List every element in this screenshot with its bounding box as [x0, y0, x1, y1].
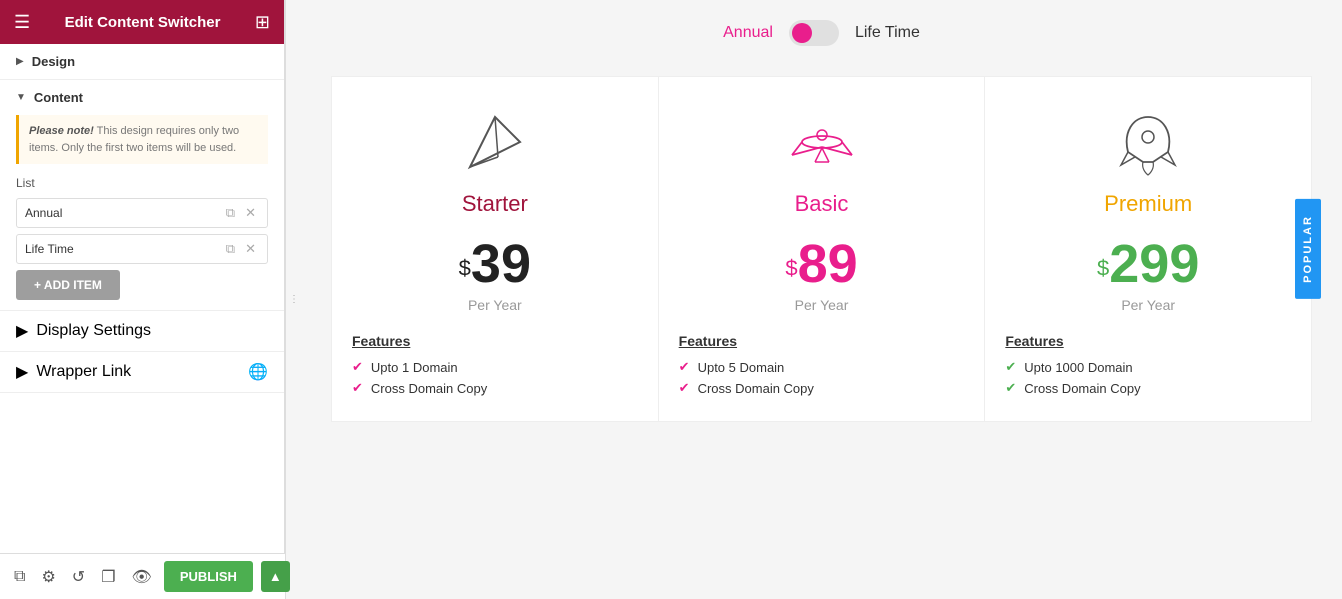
basic-price-row: $89: [679, 237, 965, 291]
starter-feature-2: ✔ Cross Domain Copy: [352, 380, 638, 396]
popular-badge: POPULAR: [1295, 199, 1321, 299]
toggle-knob: [792, 23, 812, 43]
globe-icon: 🌐: [248, 362, 268, 382]
panel-header: ☰ Edit Content Switcher ⊞: [0, 0, 284, 44]
duplicate-icon[interactable]: ❐: [97, 563, 119, 591]
starter-feature-1: ✔ Upto 1 Domain: [352, 359, 638, 375]
toggle-switch[interactable]: [789, 20, 839, 46]
starter-icon: [352, 107, 638, 177]
premium-price-number: 299: [1109, 234, 1199, 294]
basic-price-number: 89: [798, 234, 858, 294]
hamburger-icon[interactable]: ☰: [14, 12, 30, 33]
premium-feature-1: ✔ Upto 1000 Domain: [1005, 359, 1291, 375]
basic-feature-2-text: Cross Domain Copy: [698, 381, 814, 396]
check-icon-6: ✔: [1005, 380, 1016, 396]
check-icon-2: ✔: [352, 380, 363, 396]
starter-price-row: $39: [352, 237, 638, 291]
publish-arrow-button[interactable]: ▲: [261, 561, 290, 592]
list-item-annual-copy-btn[interactable]: ⧉: [221, 201, 240, 225]
grid-icon[interactable]: ⊞: [255, 12, 270, 33]
basic-title: Basic: [679, 191, 965, 217]
toggle-annual-label: Annual: [723, 24, 773, 42]
check-icon-3: ✔: [679, 359, 690, 375]
list-label: List: [16, 176, 268, 190]
list-item-lifetime-input[interactable]: [17, 235, 221, 263]
premium-feature-2: ✔ Cross Domain Copy: [1005, 380, 1291, 396]
display-arrow-icon: ▶: [16, 321, 28, 341]
settings-icon[interactable]: ⚙: [37, 563, 59, 591]
content-arrow-icon: ▼: [16, 92, 26, 103]
panel-body: ▶ Design ▼ Content Please note! This des…: [0, 44, 284, 599]
premium-price-row: $299: [1005, 237, 1291, 291]
premium-feature-1-text: Upto 1000 Domain: [1024, 360, 1132, 375]
premium-icon: [1005, 107, 1291, 177]
list-item-lifetime: ⧉ ✕: [16, 234, 268, 264]
premium-period: Per Year: [1005, 297, 1291, 313]
list-item-lifetime-copy-btn[interactable]: ⧉: [221, 237, 240, 261]
wrapper-link-label: Wrapper Link: [36, 363, 131, 381]
basic-feature-2: ✔ Cross Domain Copy: [679, 380, 965, 396]
resize-handle[interactable]: ⋮: [285, 0, 301, 599]
design-label: Design: [32, 54, 75, 69]
main-content: Annual Life Time Starter $39 Per Year Fe…: [301, 0, 1342, 599]
premium-feature-2-text: Cross Domain Copy: [1024, 381, 1140, 396]
check-icon-5: ✔: [1005, 359, 1016, 375]
display-settings-section[interactable]: ▶ Display Settings: [0, 311, 284, 352]
wrapper-row-left: ▶ Wrapper Link: [16, 362, 131, 382]
premium-price-symbol: $: [1097, 256, 1109, 281]
undo-icon[interactable]: ↺: [68, 563, 89, 591]
preview-icon[interactable]: 👁: [128, 563, 156, 591]
content-section-header[interactable]: ▼ Content: [16, 90, 268, 105]
display-settings-label: Display Settings: [36, 322, 151, 340]
toggle-lifetime-label: Life Time: [855, 24, 920, 42]
list-item-annual: ⧉ ✕: [16, 198, 268, 228]
starter-feature-1-text: Upto 1 Domain: [371, 360, 458, 375]
list-item-annual-delete-btn[interactable]: ✕: [240, 201, 261, 225]
starter-title: Starter: [352, 191, 638, 217]
layers-icon[interactable]: ⧉: [10, 564, 29, 590]
publish-button[interactable]: PUBLISH: [164, 561, 253, 592]
starter-period: Per Year: [352, 297, 638, 313]
basic-features-title: Features: [679, 333, 965, 349]
wrapper-arrow-icon: ▶: [16, 362, 28, 382]
note-box: Please note! This design requires only t…: [16, 115, 268, 164]
bottom-bar: ⧉ ⚙ ↺ ❐ 👁 PUBLISH ▲: [0, 553, 285, 599]
starter-feature-2-text: Cross Domain Copy: [371, 381, 487, 396]
basic-card: Basic $89 Per Year Features ✔ Upto 5 Dom…: [659, 76, 986, 422]
content-label: Content: [34, 90, 83, 105]
left-panel: ☰ Edit Content Switcher ⊞ ▶ Design ▼ Con…: [0, 0, 285, 599]
basic-price-symbol: $: [785, 256, 797, 281]
premium-title: Premium: [1005, 191, 1291, 217]
pricing-cards: Starter $39 Per Year Features ✔ Upto 1 D…: [331, 76, 1312, 422]
add-item-button[interactable]: + ADD ITEM: [16, 270, 120, 300]
resize-dots-icon: ⋮: [289, 294, 298, 305]
content-section: ▼ Content Please note! This design requi…: [0, 80, 284, 311]
starter-price-symbol: $: [459, 256, 471, 281]
toggle-area: Annual Life Time: [331, 20, 1312, 46]
list-item-annual-input[interactable]: [17, 199, 221, 227]
design-section[interactable]: ▶ Design: [0, 44, 284, 80]
check-icon-4: ✔: [679, 380, 690, 396]
list-item-lifetime-delete-btn[interactable]: ✕: [240, 237, 261, 261]
wrapper-link-section[interactable]: ▶ Wrapper Link 🌐: [0, 352, 284, 393]
panel-title: Edit Content Switcher: [65, 14, 221, 31]
starter-features-title: Features: [352, 333, 638, 349]
basic-period: Per Year: [679, 297, 965, 313]
check-icon-1: ✔: [352, 359, 363, 375]
starter-card: Starter $39 Per Year Features ✔ Upto 1 D…: [331, 76, 659, 422]
note-bold: Please note!: [29, 125, 94, 137]
design-arrow-icon: ▶: [16, 56, 24, 67]
basic-feature-1: ✔ Upto 5 Domain: [679, 359, 965, 375]
starter-price-number: 39: [471, 234, 531, 294]
premium-features-title: Features: [1005, 333, 1291, 349]
premium-card: Premium $299 Per Year Features ✔ Upto 10…: [985, 76, 1312, 422]
basic-feature-1-text: Upto 5 Domain: [698, 360, 785, 375]
basic-icon: [679, 107, 965, 177]
